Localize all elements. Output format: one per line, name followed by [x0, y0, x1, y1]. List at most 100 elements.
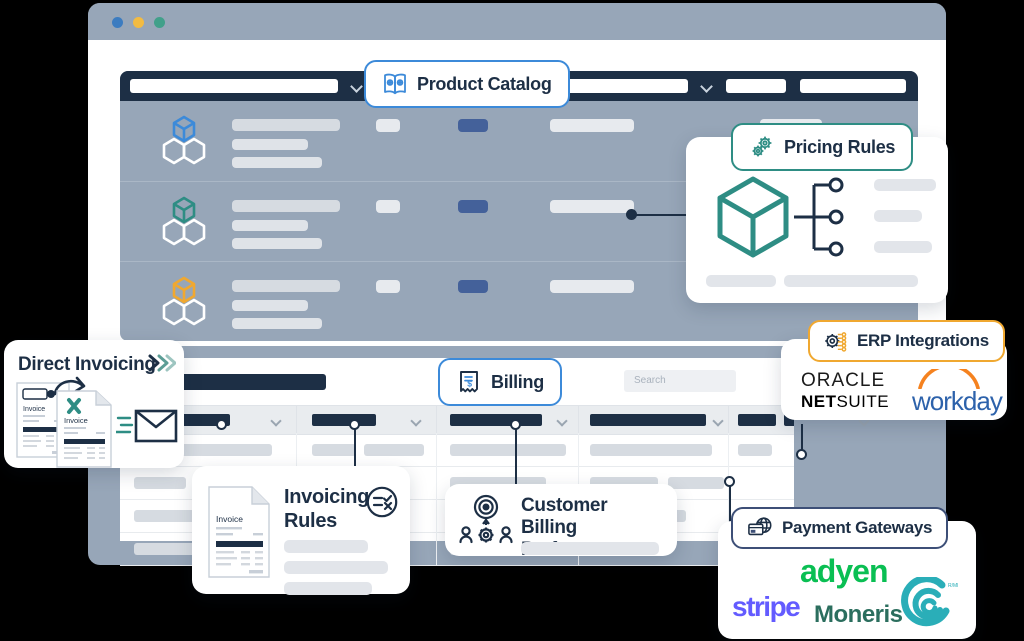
gear-circuit-icon	[825, 332, 847, 352]
row-bar-secondary	[232, 139, 308, 150]
row-bar-tertiary	[232, 318, 322, 329]
card-title-line1: Invoicing	[284, 486, 370, 508]
placeholder-line	[874, 210, 922, 222]
column-header-2[interactable]	[312, 414, 376, 426]
row-bar-secondary	[232, 220, 308, 231]
badge-label: Pricing Rules	[784, 136, 896, 157]
target-people-gear-icon	[459, 494, 513, 544]
gears-icon	[752, 136, 772, 157]
book-icon	[384, 73, 406, 95]
chevron-down-icon[interactable]	[412, 417, 421, 423]
credit-card-globe-icon	[748, 517, 772, 536]
column-header-5[interactable]	[738, 414, 776, 426]
connector-node	[510, 419, 521, 430]
header-field-4[interactable]	[726, 79, 786, 93]
window-control-green[interactable]	[154, 17, 165, 28]
branch-icon	[794, 177, 844, 257]
cube-icon	[717, 176, 789, 258]
moneris-swirl-icon: R/MD	[901, 577, 958, 627]
header-field-5[interactable]	[800, 79, 906, 93]
billing-table-header	[120, 405, 856, 435]
row-chip	[376, 280, 400, 293]
svg-text:Invoice: Invoice	[64, 416, 88, 425]
placeholder-line	[521, 542, 659, 555]
card-title-line1: Customer	[521, 495, 608, 516]
row-chip	[376, 119, 400, 132]
chevron-down-icon[interactable]	[714, 417, 723, 423]
receipt-dollar-icon: $	[460, 371, 478, 393]
column-header-4[interactable]	[590, 414, 706, 426]
connector-node	[349, 419, 360, 430]
row-status-badge	[458, 200, 488, 213]
svg-text:Invoice: Invoice	[216, 514, 243, 524]
moneris-logo: Moneris	[814, 601, 903, 628]
svg-text:Invoice: Invoice	[23, 406, 45, 413]
workday-logo: workday	[912, 386, 1003, 416]
header-field-1[interactable]	[130, 79, 338, 93]
oracle-logo: ORACLE	[801, 370, 886, 391]
cubes-icon	[152, 196, 216, 252]
placeholder-line	[284, 540, 368, 553]
invoice-document-front-icon: Invoice	[56, 390, 112, 468]
connector-node	[724, 476, 735, 487]
row-chip	[376, 200, 400, 213]
badge-label: Product Catalog	[417, 73, 552, 94]
cubes-icon	[152, 115, 216, 171]
cubes-icon	[152, 276, 216, 332]
placeholder-line	[284, 582, 372, 595]
row-bar-primary	[232, 200, 340, 212]
table-row[interactable]	[120, 433, 856, 467]
search-input[interactable]: Search	[624, 370, 736, 392]
envelope-icon	[116, 409, 178, 443]
customer-billing-preferences-card: Customer Billing Preferences	[445, 484, 677, 560]
placeholder-line	[284, 561, 388, 574]
row-bar-tertiary	[232, 238, 322, 249]
row-bar-primary	[232, 280, 340, 292]
chevrons-right-icon	[148, 354, 176, 372]
netsuite-logo: NETSUITE	[801, 392, 890, 411]
connector-node	[796, 449, 807, 460]
badge-label: Payment Gateways	[782, 518, 933, 537]
chevron-down-icon[interactable]	[702, 82, 712, 88]
connector-billing-prefs	[515, 424, 517, 486]
stripe-logo: stripe	[732, 591, 801, 622]
connector-node	[626, 209, 637, 220]
svg-text:R/MD: R/MD	[948, 583, 958, 589]
row-bar-wide	[550, 119, 634, 132]
placeholder-line	[874, 241, 932, 253]
row-bar-wide	[550, 280, 634, 293]
badge-payment-gateways[interactable]: Payment Gateways	[731, 507, 949, 549]
badge-billing[interactable]: $ Billing	[438, 358, 562, 406]
badge-label: Billing	[491, 371, 544, 392]
badge-label: ERP Integrations	[857, 331, 989, 350]
row-bar-tertiary	[232, 157, 322, 168]
adyen-logo: adyen	[800, 553, 888, 589]
svg-text:$: $	[467, 379, 472, 389]
illustration-stage: Search ORACLE NETSUITE workday adyen str…	[0, 0, 1024, 641]
connector-node	[216, 419, 227, 430]
invoice-document-icon: Invoice	[208, 486, 270, 578]
card-title: Direct Invoicing	[18, 354, 156, 375]
badge-erp-integrations[interactable]: ERP Integrations	[808, 320, 1005, 362]
row-bar-secondary	[232, 300, 308, 311]
row-status-badge	[458, 280, 488, 293]
chevron-down-icon[interactable]	[352, 82, 362, 88]
row-bar-wide	[550, 200, 634, 213]
rules-check-cross-icon	[366, 486, 398, 518]
row-bar-primary	[232, 119, 340, 131]
chevron-down-icon[interactable]	[558, 417, 567, 423]
card-title-line2: Rules	[284, 510, 337, 532]
row-status-badge	[458, 119, 488, 132]
window-titlebar	[88, 3, 946, 40]
direct-invoicing-card: Direct Invoicing Invoice Invoice	[4, 340, 184, 468]
placeholder-line	[706, 275, 776, 287]
chevron-down-icon[interactable]	[272, 417, 281, 423]
window-control-blue[interactable]	[112, 17, 123, 28]
placeholder-line	[784, 275, 918, 287]
badge-product-catalog[interactable]: Product Catalog	[364, 60, 570, 108]
badge-pricing-rules[interactable]: Pricing Rules	[731, 123, 914, 171]
column-header-3[interactable]	[450, 414, 542, 426]
invoicing-rules-card: Invoice Invoicing Rules	[192, 466, 410, 595]
window-control-yellow[interactable]	[133, 17, 144, 28]
placeholder-line	[874, 179, 936, 191]
